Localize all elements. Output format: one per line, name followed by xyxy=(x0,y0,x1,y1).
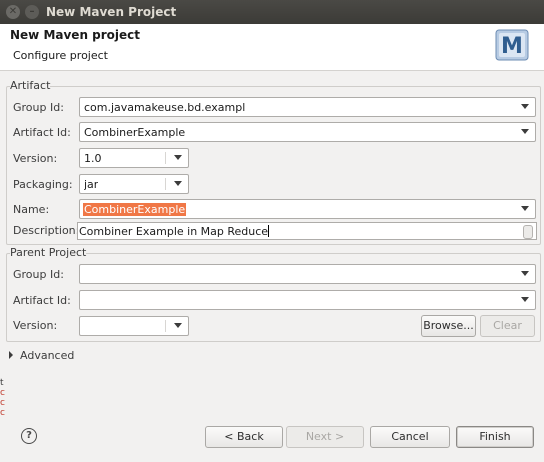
finish-button[interactable]: Finish xyxy=(456,426,534,448)
close-icon[interactable]: ✕ xyxy=(6,5,20,19)
background-window-fragment: t c c c xyxy=(0,378,6,428)
wizard-header: New Maven project Configure project M xyxy=(0,24,544,71)
back-button[interactable]: < Back xyxy=(205,426,283,448)
version-label: Version: xyxy=(13,152,58,165)
parent-version-label: Version: xyxy=(13,319,58,332)
parent-group-id-combo[interactable] xyxy=(79,264,536,284)
group-id-combo[interactable]: com.javamakeuse.bd.exampl xyxy=(79,97,536,117)
parent-artifact-id-combo[interactable] xyxy=(79,290,536,310)
maven-logo-letter: M xyxy=(501,34,523,59)
combo-separator xyxy=(165,320,166,332)
artifact-id-combo[interactable]: CombinerExample xyxy=(79,122,536,142)
chevron-down-icon[interactable] xyxy=(521,206,529,211)
text-caret xyxy=(268,225,270,237)
name-combo[interactable]: CombinerExample xyxy=(79,199,536,219)
artifact-id-value: CombinerExample xyxy=(84,126,186,139)
packaging-label: Packaging: xyxy=(13,178,73,191)
artifact-id-label: Artifact Id: xyxy=(13,126,71,139)
fragment-line: c xyxy=(0,398,5,408)
fragment-line: c xyxy=(0,388,5,398)
next-button[interactable]: Next > xyxy=(286,426,364,448)
combo-separator xyxy=(165,152,166,164)
chevron-down-icon[interactable] xyxy=(174,323,182,328)
window-title: New Maven Project xyxy=(46,5,177,19)
parent-project-legend: Parent Project xyxy=(10,246,87,259)
expand-triangle-icon[interactable] xyxy=(9,351,13,359)
scroll-handle-icon[interactable] xyxy=(523,225,533,239)
parent-version-combo[interactable] xyxy=(79,316,189,336)
clear-button[interactable]: Clear xyxy=(480,315,535,337)
combo-separator xyxy=(165,178,166,190)
packaging-combo[interactable]: jar xyxy=(79,174,189,194)
name-label: Name: xyxy=(13,203,50,216)
fragment-line: c xyxy=(0,408,5,418)
group-id-value: com.javamakeuse.bd.exampl xyxy=(84,101,246,114)
browse-button[interactable]: Browse... xyxy=(421,315,476,337)
wizard-title: New Maven project xyxy=(10,28,141,42)
name-value-wrap: CombinerExample xyxy=(83,203,187,216)
advanced-expander[interactable]: Advanced xyxy=(9,349,74,362)
chevron-down-icon[interactable] xyxy=(521,104,529,109)
help-icon[interactable]: ? xyxy=(21,428,37,444)
description-value: Combiner Example in Map Reduce xyxy=(79,225,269,238)
parent-artifact-id-label: Artifact Id: xyxy=(13,294,71,307)
wizard-subtitle: Configure project xyxy=(13,49,108,62)
version-value: 1.0 xyxy=(84,152,102,165)
description-value-wrap: Combiner Example in Map Reduce xyxy=(79,225,270,238)
artifact-legend: Artifact xyxy=(10,79,51,92)
description-label: Description: xyxy=(13,224,80,237)
parent-group-id-label: Group Id: xyxy=(13,268,64,281)
version-combo[interactable]: 1.0 xyxy=(79,148,189,168)
minimize-icon[interactable]: – xyxy=(25,5,39,19)
chevron-down-icon[interactable] xyxy=(174,181,182,186)
cancel-button[interactable]: Cancel xyxy=(370,426,450,448)
fragment-line: t xyxy=(0,378,4,388)
packaging-value: jar xyxy=(84,178,99,191)
chevron-down-icon[interactable] xyxy=(174,155,182,160)
advanced-label: Advanced xyxy=(20,349,75,362)
description-field[interactable]: Combiner Example in Map Reduce xyxy=(77,222,537,240)
chevron-down-icon[interactable] xyxy=(521,297,529,302)
maven-logo-icon: M xyxy=(495,29,529,61)
chevron-down-icon[interactable] xyxy=(521,129,529,134)
group-id-label: Group Id: xyxy=(13,101,64,114)
name-value: CombinerExample xyxy=(83,203,187,216)
chevron-down-icon[interactable] xyxy=(521,271,529,276)
window-titlebar: ✕ – New Maven Project xyxy=(0,0,544,24)
